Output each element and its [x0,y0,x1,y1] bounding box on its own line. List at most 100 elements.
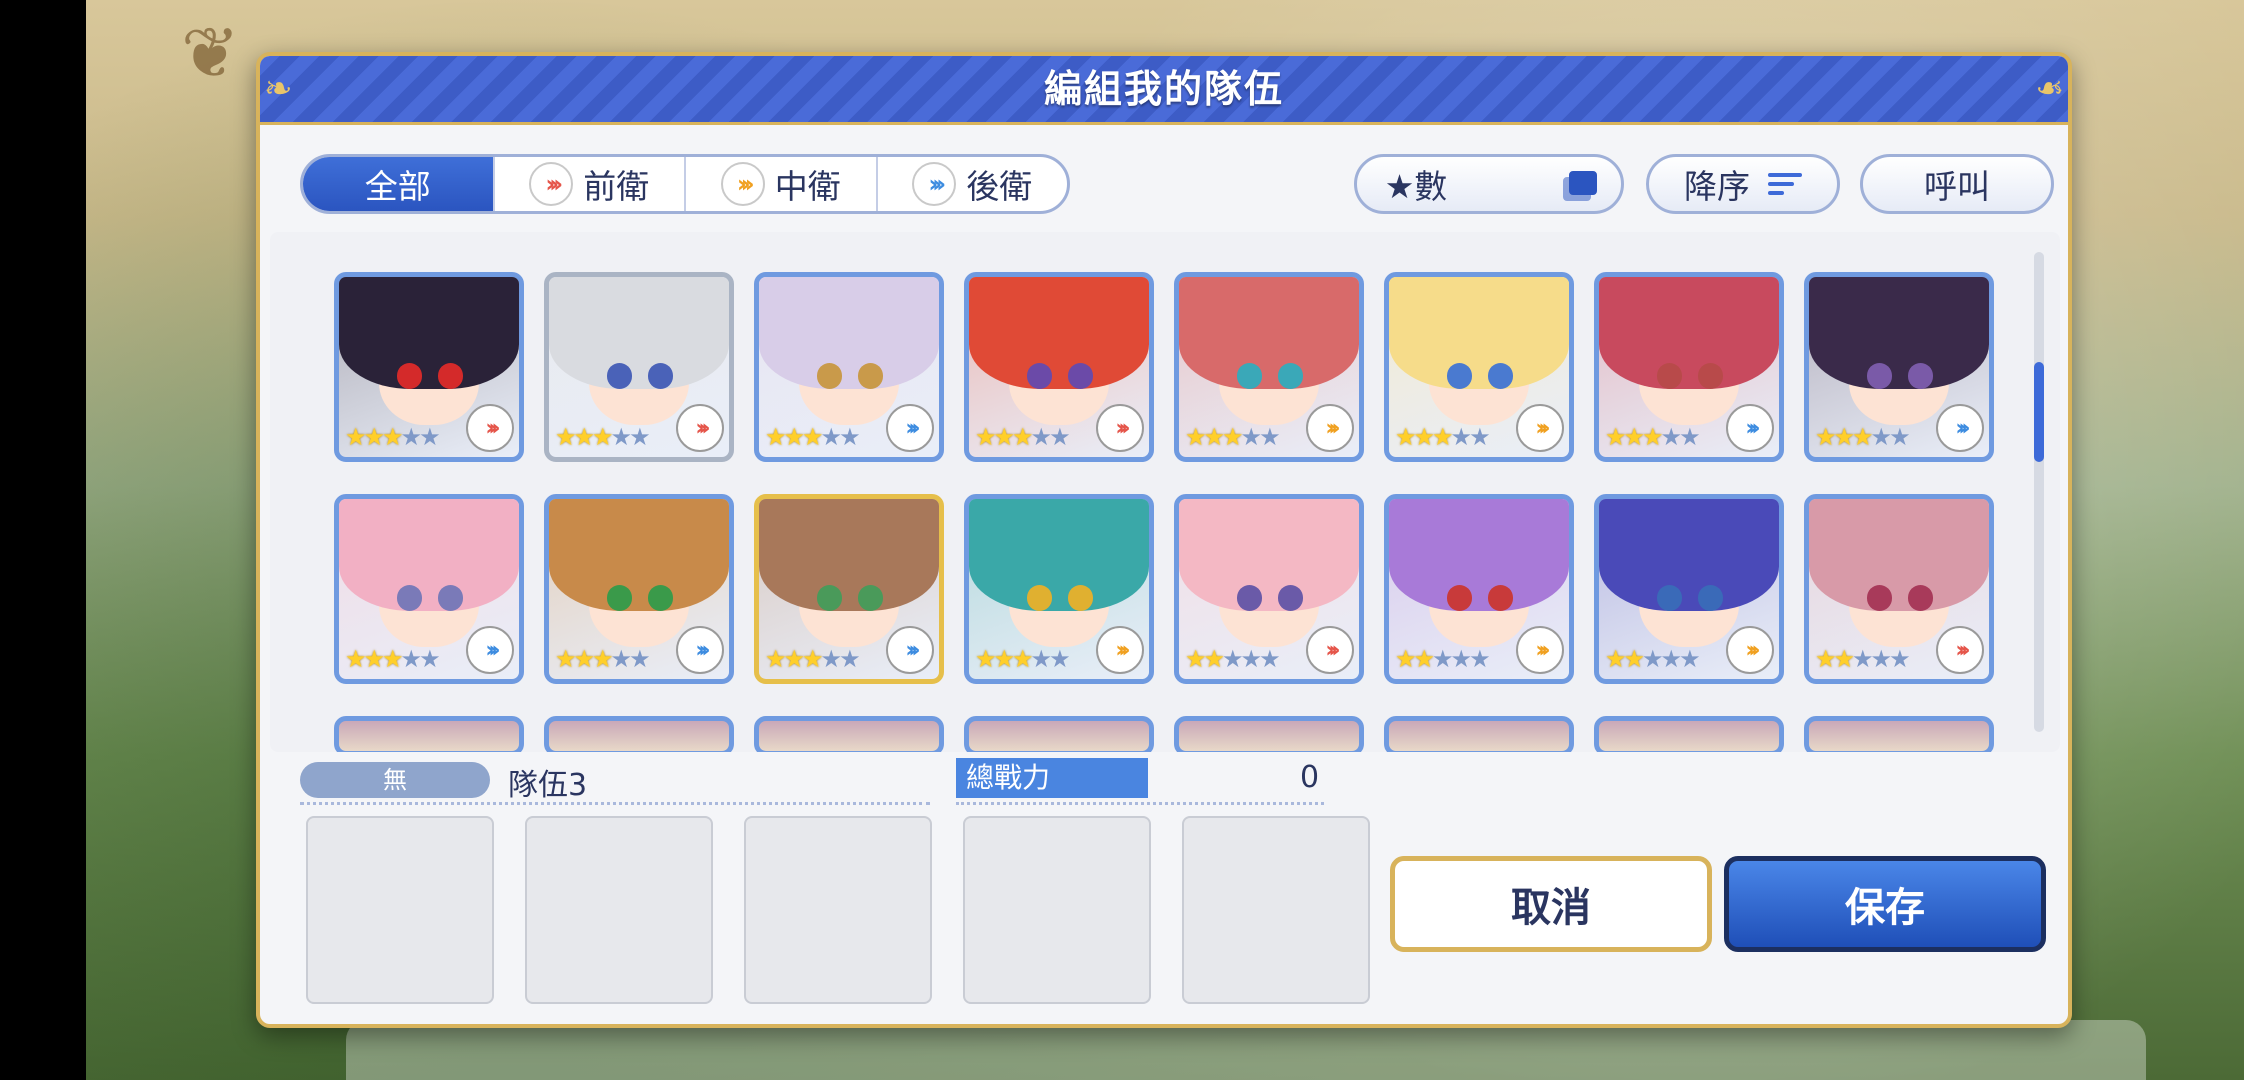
character-card[interactable] [1804,716,1994,752]
tab-front[interactable]: ››› 前衛 [495,157,686,211]
character-card[interactable]: ★★★★★ ››› [544,494,734,684]
star-empty-icon: ★ [1240,423,1262,451]
tab-back[interactable]: ››› 後衛 [878,157,1068,211]
team-member-slot[interactable] [963,816,1151,1004]
sort-order-button[interactable]: 降序 [1646,154,1840,214]
character-card[interactable] [1384,716,1574,752]
star-filled-icon: ★ [1413,645,1435,673]
star-filled-icon: ★ [382,423,403,451]
card-row: ★★★★★ ››› ★★★★★ ››› ★★★★★ ››› ★★★★★ ››› ★★★★★ ›››… [334,494,1994,684]
character-card[interactable]: ★★★★★ ››› [1174,272,1364,462]
star-filled-icon: ★ [783,645,805,673]
position-chevron-icon: ››› [1936,404,1984,452]
position-chevron-icon: ››› [1726,626,1774,674]
character-card[interactable] [1174,716,1364,752]
star-filled-icon: ★ [592,645,613,673]
position-chevron-icon: ››› [466,404,514,452]
tab-label: 中衛 [774,167,841,206]
character-card[interactable] [754,716,944,752]
star-empty-icon: ★ [1870,423,1892,451]
team-member-slot[interactable] [306,816,494,1004]
character-grid[interactable]: ★★★★★ ››› ★★★★★ ››› ★★★★★ ››› ★★★★★ ››› ★★★★★ ›››… [270,232,2060,752]
star-rating: ★★★★★ [765,423,861,451]
star-rating: ★★★★★ [1605,423,1701,451]
character-card[interactable]: ★★★★★ ››› [544,272,734,462]
character-card[interactable]: ★★★★★ ››› [334,272,524,462]
star-filled-icon: ★ [1815,645,1836,673]
star-rating: ★★★★★ [555,645,651,673]
star-empty-icon: ★ [1222,645,1243,673]
star-empty-icon: ★ [1642,645,1663,673]
character-card[interactable] [334,716,524,752]
sort-key-button[interactable]: ★數 [1354,154,1624,214]
star-rating: ★★★★★ [1395,645,1491,673]
grid-scrollbar[interactable] [2034,252,2044,732]
star-rating: ★★★★★ [1815,645,1911,673]
team-tag-badge[interactable]: 無 [300,762,490,798]
character-card[interactable]: ★★★★★ ››› [1594,272,1784,462]
character-card[interactable]: ★★★★★ ››› [754,272,944,462]
character-card[interactable]: ★★★★★ ››› [334,494,524,684]
team-edit-dialog: ❧ ❧ 編組我的隊伍 全部 ››› 前衛 ››› 中衛 ››› 後衛 ★數 降序 呼叫 ★★… [256,52,2072,1028]
star-rating: ★★★★★ [765,645,861,673]
star-empty-icon: ★ [1469,645,1490,673]
star-empty-icon: ★ [839,645,860,673]
star-filled-icon: ★ [592,423,613,451]
character-card[interactable]: ★★★★★ ››› [1804,494,1994,684]
star-empty-icon: ★ [419,423,440,451]
star-rating: ★★★★★ [1185,645,1281,673]
star-filled-icon: ★ [1605,645,1626,673]
position-chevron-icon: ››› [1306,626,1354,674]
star-empty-icon: ★ [610,423,632,451]
star-empty-icon: ★ [400,423,422,451]
character-card[interactable]: ★★★★★ ››› [964,494,1154,684]
character-card[interactable]: ★★★★★ ››› [1804,272,1994,462]
team-member-slot[interactable] [744,816,932,1004]
background-menu-bar [346,1020,2146,1080]
save-button[interactable]: 保存 [1724,856,2046,952]
star-empty-icon: ★ [1679,645,1700,673]
sort-descending-icon [1768,173,1802,195]
tab-middle[interactable]: ››› 中衛 [686,157,878,211]
team-name[interactable]: 隊伍3 [508,760,587,804]
star-empty-icon: ★ [839,423,860,451]
star-filled-icon: ★ [1642,423,1663,451]
team-slots [306,816,1370,1004]
star-filled-icon: ★ [975,645,996,673]
scroll-thumb[interactable] [2034,362,2044,462]
star-filled-icon: ★ [345,423,366,451]
team-info-row: 無 隊伍3 總戰力 0 [300,758,1374,805]
star-filled-icon: ★ [1815,423,1836,451]
star-rating: ★★★★★ [1185,423,1281,451]
sort-key-label: ★數 [1384,167,1448,206]
cancel-button[interactable]: 取消 [1390,856,1712,952]
star-empty-icon: ★ [1889,423,1910,451]
star-filled-icon: ★ [765,423,786,451]
card-row: ★★★★★ ››› ★★★★★ ››› ★★★★★ ››› ★★★★★ ››› ★★★★★ ›››… [334,272,1994,462]
star-empty-icon: ★ [820,645,842,673]
character-card[interactable]: ★★★★★ ››› [1174,494,1364,684]
team-member-slot[interactable] [525,816,713,1004]
star-empty-icon: ★ [629,423,650,451]
star-empty-icon: ★ [1240,645,1262,673]
divider [956,802,1324,805]
star-filled-icon: ★ [1203,423,1225,451]
star-filled-icon: ★ [1432,423,1453,451]
character-card[interactable]: ★★★★★ ››› [1384,494,1574,684]
call-button[interactable]: 呼叫 [1860,154,2054,214]
character-card[interactable] [544,716,734,752]
tab-label: 前衛 [583,167,650,206]
character-card[interactable]: ★★★★★ ››› [1594,494,1784,684]
star-rating: ★★★★★ [975,645,1071,673]
star-empty-icon: ★ [1450,645,1472,673]
character-card[interactable] [1594,716,1784,752]
team-member-slot[interactable] [1182,816,1370,1004]
character-card[interactable]: ★★★★★ ››› [964,272,1154,462]
position-chevron-icon: ››› [676,404,724,452]
character-card[interactable] [964,716,1154,752]
character-card[interactable]: ★★★★★ ››› [1384,272,1574,462]
position-chevron-icon: ››› [886,404,934,452]
position-chevron-icon: ››› [529,162,574,206]
character-card[interactable]: ★★★★★ ››› [754,494,944,684]
tab-all[interactable]: 全部 [303,157,495,211]
